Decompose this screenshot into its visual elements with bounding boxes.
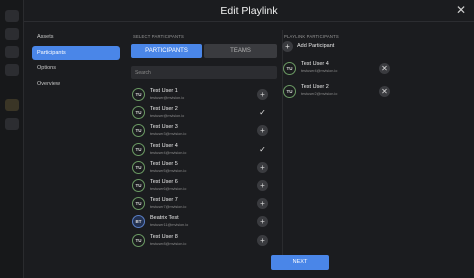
participant-name: Test User 7 (150, 197, 178, 204)
app-rail-icon[interactable] (5, 28, 19, 40)
close-icon[interactable]: ✕ (456, 3, 466, 17)
check-icon[interactable]: ✓ (257, 107, 268, 118)
list-item: TU Test User 3 testuser3@mvision.io + (131, 122, 277, 140)
nav-item-assets[interactable]: Assets (32, 30, 120, 44)
participant-email: testuser7@mvision.io (150, 205, 187, 210)
list-item: TU Test User 1 testuser@mvision.io + (131, 86, 277, 104)
participant-name: Test User 2 (150, 106, 178, 113)
add-participant-label: Add Participant (297, 43, 335, 49)
participant-email: testuser@mvision.io (150, 114, 185, 119)
list-item: TU Test User 7 testuser7@mvision.io + (131, 195, 277, 213)
participant-name: Test User 1 (150, 88, 178, 94)
close-icon[interactable]: ✕ (379, 63, 390, 74)
participant-name: Test User 8 (150, 233, 178, 240)
nav-item-options[interactable]: Options (32, 61, 120, 75)
avatar: TU (283, 62, 296, 75)
participant-list[interactable]: TU Test User 1 testuser@mvision.io + TU … (131, 86, 277, 252)
header-divider (24, 21, 474, 22)
plus-icon[interactable]: + (282, 41, 293, 52)
list-item: TU Test User 6 testuser6@mvision.io + (131, 177, 277, 195)
participant-email: testuser5@mvision.io (150, 168, 187, 173)
participant-email: testuser2@mvision.io (301, 91, 338, 96)
modal-header: Edit Playlink ✕ (24, 0, 474, 22)
app-rail-icon[interactable] (5, 46, 19, 58)
tab-participants[interactable]: PARTICIPANTS (131, 44, 202, 58)
list-item: TU Test User 4 testuser4@mvision.io ✓ (131, 141, 277, 159)
playlink-participants-heading: PLAYLINK PARTICIPANTS (284, 34, 339, 39)
list-item: BT Beatrix Test testuser11@mvision.io + (131, 213, 277, 231)
participant-type-toggle: PARTICIPANTS TEAMS (131, 44, 277, 58)
select-participants-heading: SELECT PARTICIPANTS (133, 34, 184, 39)
participant-email: testuser3@mvision.io (150, 132, 187, 137)
list-item: TU Test User 2 testuser2@mvision.io ✕ (282, 81, 394, 102)
check-icon[interactable]: ✓ (257, 144, 268, 155)
list-item: TU Test User 2 testuser@mvision.io ✓ (131, 104, 277, 122)
plus-icon[interactable]: + (257, 198, 268, 210)
avatar: TU (132, 233, 145, 247)
avatar: TU (283, 84, 296, 98)
modal-title: Edit Playlink (220, 5, 278, 17)
participant-email: testuser6@mvision.io (150, 186, 187, 191)
search-input[interactable] (131, 66, 277, 79)
avatar: TU (132, 88, 145, 101)
participant-name: Test User 2 (301, 83, 329, 90)
step-nav: Assets Participants Options Overview (32, 30, 120, 92)
nav-item-overview[interactable]: Overview (32, 77, 120, 91)
participant-name: Test User 6 (150, 178, 178, 185)
plus-icon[interactable]: + (257, 89, 268, 100)
avatar: TU (132, 124, 145, 138)
participant-email: testuser11@mvision.io (150, 223, 189, 228)
participant-name: Test User 4 (301, 61, 329, 67)
list-item: TU Test User 4 testuser4@mvision.io ✕ (282, 58, 394, 79)
next-button[interactable]: NEXT (271, 255, 329, 270)
participant-name: Test User 4 (150, 142, 178, 149)
plus-icon[interactable]: + (257, 234, 268, 246)
participant-email: testuser8@mvision.io (150, 241, 187, 246)
avatar: TU (132, 178, 145, 192)
participant-email: testuser4@mvision.io (301, 69, 338, 73)
list-item: TU Test User 5 testuser5@mvision.io + (131, 159, 277, 177)
participant-name: Test User 3 (150, 124, 178, 131)
list-item: TU Test User 8 testuser8@mvision.io + (131, 232, 277, 250)
playlink-participant-list: TU Test User 4 testuser4@mvision.io ✕ TU… (282, 58, 394, 103)
app-rail-icon[interactable] (5, 118, 19, 130)
plus-icon[interactable]: + (257, 179, 268, 191)
avatar: TU (132, 106, 145, 120)
participant-name: Beatrix Test (150, 215, 179, 222)
plus-icon[interactable]: + (257, 125, 268, 137)
plus-icon[interactable]: + (257, 161, 268, 173)
tab-teams[interactable]: TEAMS (204, 44, 277, 58)
participant-name: Test User 5 (150, 160, 178, 167)
avatar: TU (132, 142, 145, 156)
app-sidebar-rail (0, 0, 24, 278)
participant-email: testuser@mvision.io (150, 96, 185, 100)
app-rail-icon[interactable] (5, 64, 19, 76)
avatar: BT (132, 215, 145, 229)
participant-email: testuser4@mvision.io (150, 150, 187, 155)
link-icon[interactable] (5, 99, 19, 111)
plus-icon[interactable]: + (257, 216, 268, 228)
app-rail-icon[interactable] (5, 10, 19, 22)
edit-playlink-modal: Edit Playlink ✕ Assets Participants Opti… (24, 0, 474, 278)
nav-item-participants[interactable]: Participants (32, 45, 120, 60)
avatar: TU (132, 197, 145, 211)
close-icon[interactable]: ✕ (379, 85, 390, 97)
avatar: TU (132, 160, 145, 174)
